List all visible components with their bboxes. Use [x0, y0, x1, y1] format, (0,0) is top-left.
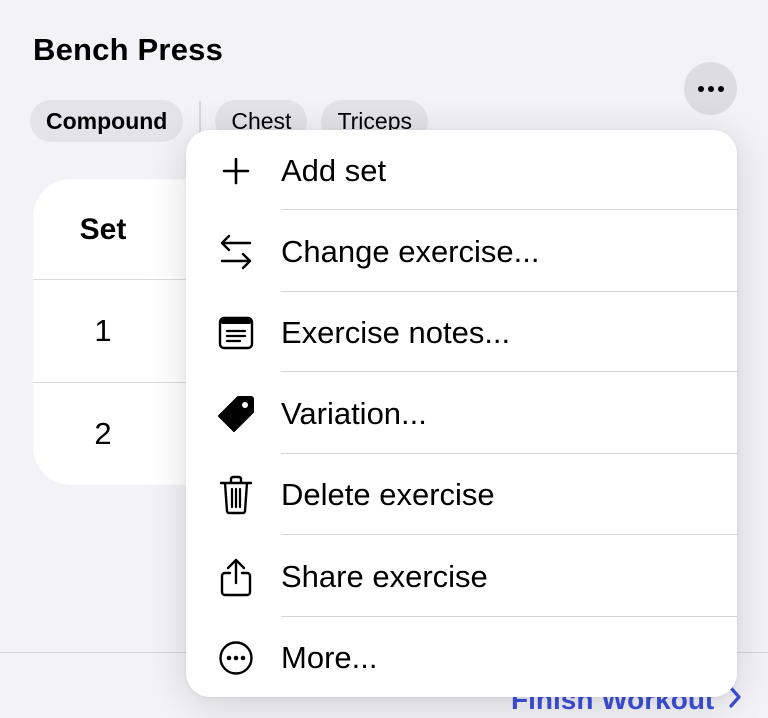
set-row-number[interactable]: 2	[33, 383, 173, 485]
tag-chip-compound[interactable]: Compound	[30, 100, 184, 142]
menu-item-delete-exercise[interactable]: Delete exercise	[186, 454, 737, 535]
menu-item-exercise-notes[interactable]: Exercise notes...	[186, 292, 737, 373]
menu-item-label: Delete exercise	[281, 476, 495, 512]
plus-icon	[216, 151, 256, 191]
menu-item-label: Add set	[281, 152, 387, 188]
more-options-button[interactable]	[684, 62, 737, 115]
exercise-context-menu: Add set Change exercise... Exercise note…	[186, 130, 737, 697]
menu-item-label: Variation...	[281, 395, 427, 431]
menu-item-share-exercise[interactable]: Share exercise	[186, 536, 737, 617]
arrows-swap-icon	[216, 232, 256, 272]
menu-item-add-set[interactable]: Add set	[186, 130, 737, 211]
screen: Bench Press Compound Chest Triceps Set 1…	[0, 0, 768, 718]
menu-separator	[281, 534, 737, 535]
exercise-title: Bench Press	[33, 32, 224, 67]
share-icon	[216, 557, 256, 597]
notes-icon	[216, 313, 256, 353]
ellipsis-circle-icon	[216, 638, 256, 678]
set-column-header: Set	[79, 212, 127, 246]
tag-icon	[216, 394, 256, 434]
set-row-number[interactable]: 1	[33, 280, 173, 382]
menu-separator	[281, 371, 737, 372]
menu-item-more[interactable]: More...	[186, 617, 737, 697]
menu-item-label: More...	[281, 639, 378, 675]
ellipsis-icon	[697, 80, 725, 98]
menu-item-label: Exercise notes...	[281, 314, 511, 350]
menu-item-label: Change exercise...	[281, 233, 540, 269]
menu-item-variation[interactable]: Variation...	[186, 373, 737, 454]
menu-item-label: Share exercise	[281, 558, 488, 594]
trash-icon	[216, 475, 256, 515]
menu-item-change-exercise[interactable]: Change exercise...	[186, 211, 737, 292]
menu-separator	[281, 209, 737, 210]
